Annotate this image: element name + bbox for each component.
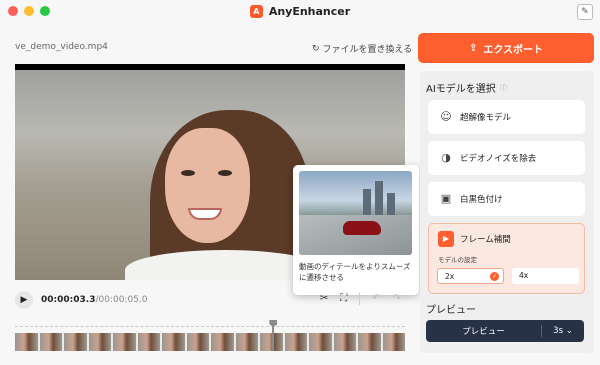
- crop-icon[interactable]: ⛶: [340, 293, 347, 305]
- timeline-thumbnail: [186, 333, 209, 351]
- robot-icon: ☺: [440, 110, 452, 123]
- check-icon: ✓: [490, 272, 499, 281]
- window-controls: [8, 6, 50, 16]
- video-subject-face: [165, 128, 250, 243]
- timeline-thumbnail: [15, 333, 38, 351]
- timeline-thumbnail: [260, 333, 283, 351]
- play-button[interactable]: ▶: [15, 291, 33, 309]
- replace-file-button[interactable]: ↻ ファイルを置き換える: [312, 42, 413, 56]
- model-colorize[interactable]: ▣ 白黒色付け: [428, 182, 585, 216]
- timeline-thumbnail: [64, 333, 87, 351]
- export-label: エクスポート: [483, 44, 544, 56]
- total-time: /00:00:05.0: [95, 295, 148, 305]
- playhead[interactable]: [269, 320, 278, 351]
- timeline-ruler: [15, 321, 405, 327]
- colorize-icon: ▣: [440, 192, 452, 205]
- model-header: ▶ フレーム補間: [429, 231, 584, 247]
- sidebar: ⇪ エクスポート AIモデルを選択 ⓘ ☺ 超解像モデル ◑ ビデオノイズを除去…: [418, 33, 594, 353]
- option-2x[interactable]: 2x ✓: [437, 268, 504, 284]
- info-icon[interactable]: ⓘ: [500, 83, 507, 93]
- image-building: [387, 193, 395, 215]
- title-bar: A AnyEnhancer ✎: [0, 0, 600, 22]
- timeline-frames: [15, 333, 405, 351]
- replace-file-label: ファイルを置き換える: [322, 45, 413, 55]
- redo-icon[interactable]: ↷: [393, 293, 401, 305]
- preview-duration-value: 3s: [553, 326, 563, 336]
- model-video-denoise[interactable]: ◑ ビデオノイズを除去: [428, 141, 585, 175]
- denoise-icon: ◑: [441, 151, 451, 164]
- timeline-thumbnail: [137, 333, 160, 351]
- image-car: [343, 221, 381, 235]
- timeline-thumbnail: [162, 333, 185, 351]
- export-icon: ⇪: [468, 42, 478, 54]
- play-icon: ▶: [20, 295, 28, 305]
- preview-duration-select[interactable]: 3s ⌄: [542, 326, 584, 336]
- scissors-icon[interactable]: ✂: [320, 293, 328, 305]
- ai-model-title-text: AIモデルを選択: [426, 84, 496, 95]
- undo-icon[interactable]: ↶: [372, 293, 380, 305]
- option-4x[interactable]: 4x: [512, 268, 579, 284]
- model-label: 白黒色付け: [460, 195, 503, 205]
- preview-button[interactable]: プレビュー 3s ⌄: [426, 320, 584, 342]
- timeline-thumbnail: [309, 333, 332, 351]
- timeline-thumbnail: [382, 333, 405, 351]
- app-window: A AnyEnhancer ✎ ve_demo_video.mp4 ↻ ファイル…: [0, 0, 600, 365]
- model-label: ビデオノイズを除去: [460, 154, 537, 164]
- model-label: 超解像モデル: [460, 113, 512, 123]
- tooltip-text: 動画のディテールをよりスムーズに遷移させる: [299, 262, 411, 282]
- video-subject-eye: [181, 170, 195, 176]
- close-window-button[interactable]: [8, 6, 18, 16]
- maximize-window-button[interactable]: [40, 6, 50, 16]
- video-subject-eye: [218, 170, 232, 176]
- current-time: 00:00:03.3: [41, 295, 96, 305]
- image-building: [375, 181, 383, 215]
- timeline-thumbnail: [39, 333, 62, 351]
- file-name: ve_demo_video.mp4: [15, 42, 108, 52]
- model-super-resolution[interactable]: ☺ 超解像モデル: [428, 100, 585, 134]
- refresh-icon: ↻: [312, 43, 320, 54]
- timeline-thumbnail: [358, 333, 381, 351]
- ai-model-title: AIモデルを選択 ⓘ: [426, 80, 507, 96]
- option-label: 4x: [519, 271, 529, 280]
- timeline-thumbnail: [333, 333, 356, 351]
- timeline-thumbnail: [88, 333, 111, 351]
- export-button[interactable]: ⇪ エクスポート: [418, 33, 594, 63]
- player-controls: ▶ 00:00:03.3 /00:00:05.0 ✂ ⛶ ↶ ↷: [15, 290, 405, 310]
- tooltip-preview-image: [299, 171, 412, 255]
- option-label: 2x: [445, 272, 455, 281]
- model-frame-interpolation[interactable]: ▶ フレーム補間 モデルの設定 2x ✓ 4x: [428, 223, 585, 294]
- preview-section-title: プレビュー: [426, 305, 476, 316]
- timeline[interactable]: [15, 320, 405, 351]
- app-title-text: AnyEnhancer: [268, 4, 351, 18]
- model-label: フレーム補間: [460, 235, 511, 245]
- interpolation-options: 2x ✓ 4x: [437, 268, 584, 284]
- timeline-thumbnail: [211, 333, 234, 351]
- app-title: A AnyEnhancer: [249, 4, 351, 18]
- edit-tools: ✂ ⛶ ↶ ↷: [320, 293, 401, 305]
- feedback-edit-icon[interactable]: ✎: [577, 4, 593, 20]
- model-settings-label: モデルの設定: [438, 256, 477, 264]
- image-building: [363, 189, 371, 215]
- timeline-thumbnail: [113, 333, 136, 351]
- model-tooltip: 動画のディテールをよりスムーズに遷移させる: [293, 165, 419, 295]
- minimize-window-button[interactable]: [24, 6, 34, 16]
- timeline-thumbnail: [284, 333, 307, 351]
- frame-interpolation-icon: ▶: [438, 231, 454, 247]
- chevron-down-icon: ⌄: [565, 326, 573, 336]
- preview-button-label: プレビュー: [462, 327, 505, 337]
- toolbar-divider: [359, 293, 361, 305]
- app-logo-icon: A: [249, 4, 263, 18]
- timeline-thumbnail: [235, 333, 258, 351]
